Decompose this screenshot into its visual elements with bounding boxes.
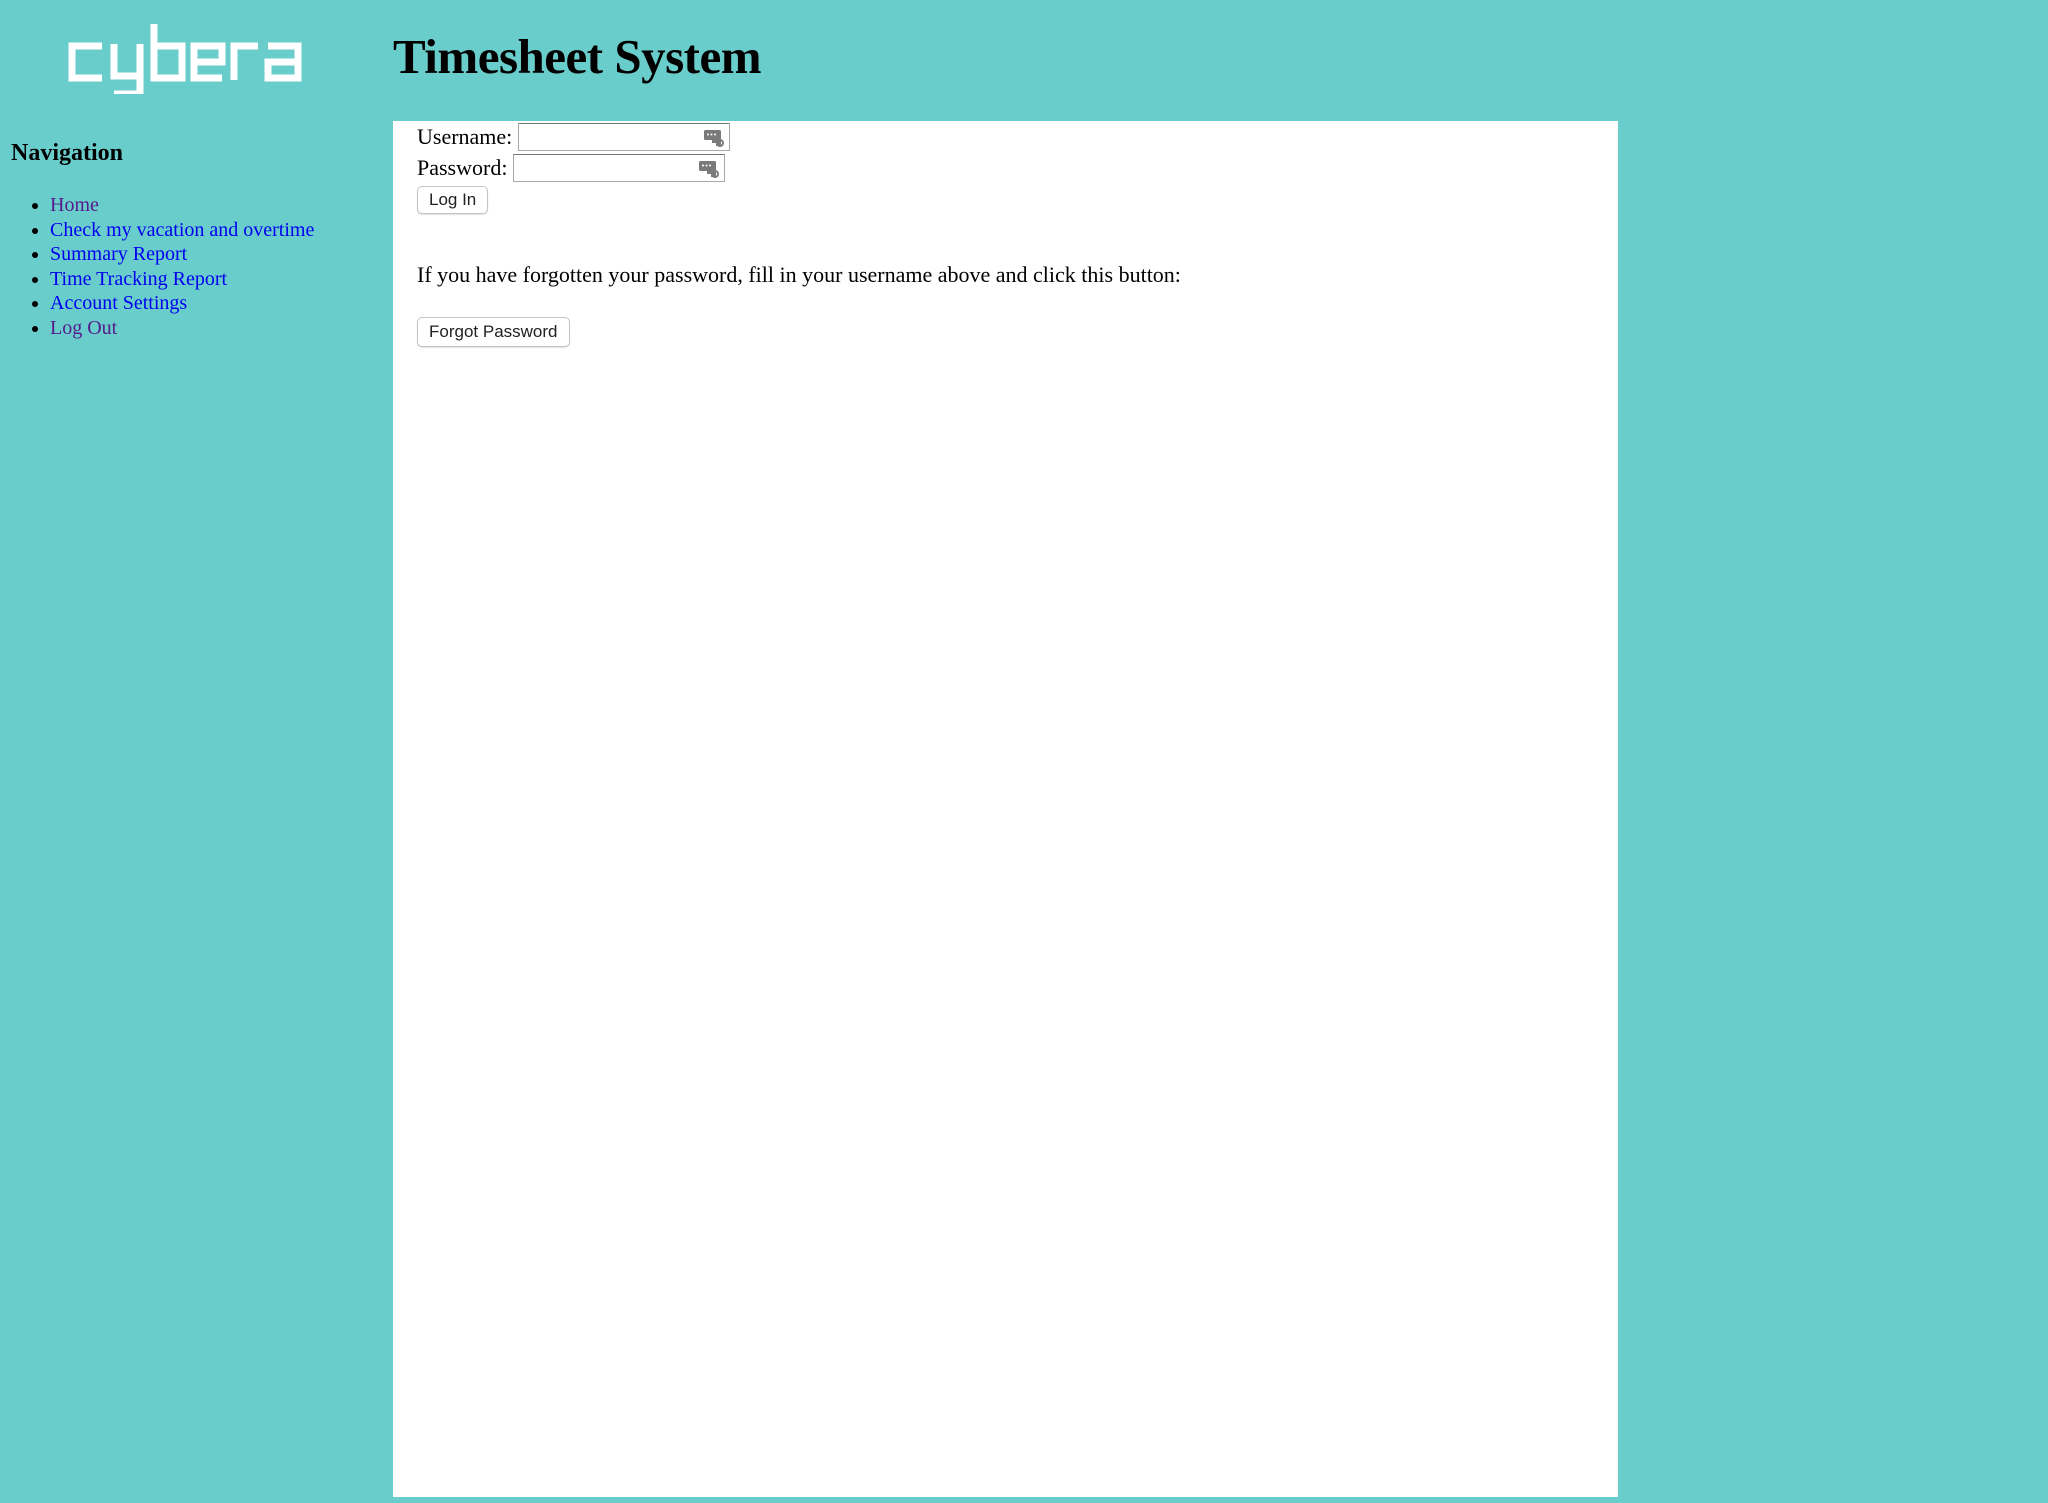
sidebar-navigation: Navigation Home Check my vacation and ov…: [11, 140, 381, 341]
username-label: Username:: [417, 123, 513, 149]
nav-item-log-out: Log Out: [50, 316, 381, 341]
nav-item-home: Home: [50, 193, 381, 218]
nav-link-home[interactable]: Home: [50, 194, 99, 216]
password-input[interactable]: [514, 156, 725, 182]
nav-item-summary-report: Summary Report: [50, 242, 381, 267]
forgot-password-button[interactable]: Forgot Password: [417, 317, 570, 347]
forgot-password-instructions: If you have forgotten your password, fil…: [417, 262, 1181, 287]
main-content-panel: Username: Password: Log In If you have f…: [393, 121, 1618, 1497]
nav-item-account-settings: Account Settings: [50, 291, 381, 316]
password-row: Password:: [417, 152, 730, 183]
navigation-heading: Navigation: [11, 140, 124, 166]
log-in-button[interactable]: Log In: [417, 186, 489, 214]
username-row: Username:: [417, 121, 731, 152]
username-input[interactable]: [519, 125, 730, 151]
username-field-wrapper: [518, 122, 731, 151]
nav-list: Home Check my vacation and overtime Summ…: [11, 193, 381, 341]
cybera-logo: [68, 24, 302, 94]
nav-link-time-tracking-report[interactable]: Time Tracking Report: [50, 268, 227, 290]
page-title: Timesheet System: [393, 29, 762, 84]
nav-link-vacation-overtime[interactable]: Check my vacation and overtime: [50, 219, 314, 241]
nav-item-time-tracking-report: Time Tracking Report: [50, 267, 381, 292]
login-form: Username: Password: Log In: [417, 121, 731, 214]
password-manager-key-icon[interactable]: [703, 128, 725, 148]
password-field-wrapper: [513, 153, 726, 182]
nav-item-vacation-overtime: Check my vacation and overtime: [50, 218, 381, 243]
password-label: Password:: [417, 154, 508, 180]
password-manager-key-icon[interactable]: [698, 159, 720, 179]
nav-link-summary-report[interactable]: Summary Report: [50, 243, 187, 265]
nav-link-log-out[interactable]: Log Out: [50, 317, 117, 339]
nav-link-account-settings[interactable]: Account Settings: [50, 292, 187, 314]
